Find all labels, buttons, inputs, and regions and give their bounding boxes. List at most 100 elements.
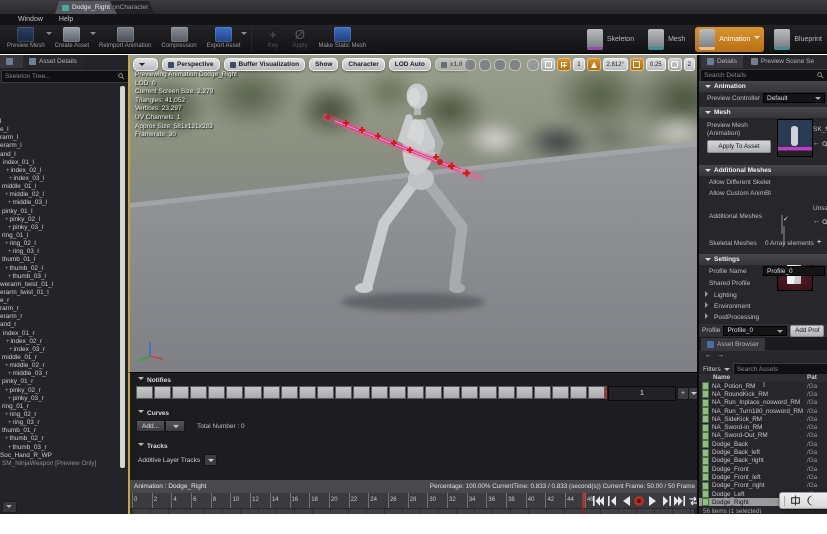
forward-icon[interactable]: → — [717, 352, 724, 359]
skeleton-tree-scrollbar[interactable] — [120, 86, 125, 468]
filters-button[interactable]: Filters — [703, 366, 721, 373]
rotation-snap-icon[interactable] — [586, 58, 601, 71]
add-curve-dropdown[interactable] — [164, 420, 185, 432]
notify-track-segment[interactable] — [569, 386, 587, 399]
tab-asset-details[interactable]: Asset Details — [23, 55, 83, 68]
skip-to-start-button[interactable] — [593, 495, 605, 507]
asset-row[interactable]: NA_RoundKick_RM /Ga — [699, 390, 827, 399]
asset-row[interactable]: Dodge_Back_left /Ga — [699, 448, 827, 457]
notify-track-segment[interactable] — [443, 386, 461, 399]
notify-track-segment[interactable] — [497, 386, 515, 399]
camera-speed-value[interactable]: 2 — [683, 58, 695, 71]
chinese-input-icon[interactable] — [790, 495, 801, 506]
asset-row[interactable]: Dodge_Back_right /Ga — [699, 456, 827, 465]
add-curve-button[interactable]: Add... — [136, 420, 165, 432]
step-forward-button[interactable] — [661, 495, 672, 507]
skeleton-bone-row[interactable]: + erarm_l — [0, 142, 119, 150]
skeleton-bone-row[interactable]: + index_01_l — [0, 159, 119, 167]
editor-mode-button[interactable]: Skeleton — [583, 27, 638, 52]
browse-to-asset-icon[interactable] — [822, 141, 827, 148]
apply-to-asset-button[interactable]: Apply To Asset — [707, 140, 771, 153]
grid-snap-value[interactable]: 1 — [573, 58, 585, 71]
rotation-snap-value[interactable]: 2.812° — [602, 58, 628, 71]
editor-mode-button[interactable]: Animation — [695, 26, 765, 52]
notify-track-segment[interactable] — [551, 386, 569, 399]
skeleton-bone-row[interactable]: + and_l — [0, 151, 119, 159]
use-selected-icon[interactable]: ← — [813, 218, 820, 225]
postprocessing-section-row[interactable]: PostProcessing — [705, 313, 759, 321]
tab-asset-browser[interactable]: Asset Browser — [701, 338, 765, 351]
skeleton-bone-row[interactable]: + pinky_02_r — [0, 387, 119, 395]
notify-track-segment[interactable] — [389, 386, 407, 399]
transform-tool-icon[interactable] — [509, 58, 522, 71]
notify-track-segment[interactable] — [352, 386, 371, 399]
skeleton-bone-row[interactable]: + pinky_02_l — [0, 216, 119, 224]
skeleton-bone-row[interactable]: + SM_NinjaWeapon [Preview Only] — [0, 460, 119, 468]
notifies-section-header[interactable]: Notifies — [138, 376, 171, 384]
skeleton-bone-row[interactable]: + index_02_r — [0, 338, 119, 346]
skeleton-bone-row[interactable]: + thumb_02_r — [0, 435, 119, 443]
asset-row[interactable]: Dodge_Front_right /Ga — [699, 481, 827, 490]
skeleton-bone-row[interactable]: + pinky_01_l — [0, 208, 119, 216]
toolbar-button[interactable]: + Key — [251, 25, 286, 53]
asset-row[interactable]: NA_Sword-Out_RM /Ga — [699, 431, 827, 440]
additional-meshes-section-header[interactable]: Additional Meshes — [699, 165, 827, 176]
tracks-section-header[interactable]: Tracks — [138, 442, 168, 450]
notify-track-segment[interactable] — [190, 386, 208, 399]
settings-section-header[interactable]: Settings — [699, 254, 827, 265]
asset-row[interactable]: Dodge_Front /Ga — [699, 465, 827, 474]
notify-track-segment[interactable] — [461, 386, 479, 399]
editor-mode-button[interactable]: Mesh — [644, 27, 689, 52]
skeleton-bone-row[interactable]: + pinky_01_r — [0, 378, 119, 387]
surface-snap-icon[interactable] — [541, 58, 556, 71]
menu-item[interactable]: Help — [59, 16, 73, 23]
toolbar-button[interactable]: Export Asset — [202, 25, 248, 53]
notify-track-segment[interactable] — [479, 386, 497, 399]
skeleton-bone-row[interactable]: + thumb_01_l — [0, 256, 119, 264]
skeleton-tree-search-input[interactable]: Skeleton Tree... — [1, 70, 129, 83]
skeleton-bone-row[interactable]: + middle_03_l — [0, 199, 119, 207]
column-header-path[interactable]: Pat — [807, 374, 827, 382]
skeleton-bone-row[interactable]: + middle_01_l — [0, 183, 119, 191]
notify-track-segment[interactable] — [262, 386, 280, 399]
browse-to-asset-icon[interactable] — [822, 219, 827, 226]
skeleton-bone-row[interactable]: + e_l — [0, 126, 119, 134]
asset-row[interactable]: Dodge_Back /Ga — [699, 440, 827, 449]
notifies-track[interactable] — [136, 386, 606, 399]
additive-tracks-dropdown[interactable] — [204, 454, 218, 466]
skeleton-bone-row[interactable]: + pinky_03_r — [0, 395, 119, 403]
asset-row[interactable]: NA_Run_Inplace_nosword_RM /Ga — [699, 398, 827, 407]
notify-track-segment[interactable] — [226, 386, 244, 399]
asset-row[interactable]: NA_SideKick_RM /Ga — [699, 415, 827, 424]
skeleton-bone-row[interactable]: + rarm_l — [0, 134, 119, 142]
skeleton-bone-row[interactable]: + index_01_r — [0, 330, 119, 338]
mesh-section-header[interactable]: Mesh — [699, 107, 827, 118]
notify-track-segment[interactable] — [587, 386, 606, 399]
skeleton-bone-row[interactable]: + ring_03_l — [0, 248, 119, 256]
use-selected-icon[interactable]: ← — [813, 140, 820, 147]
skeleton-bone-row[interactable]: + werarm_twist_01_l — [0, 281, 119, 289]
notify-track-segment[interactable] — [533, 386, 551, 399]
skeleton-bone-row[interactable]: + thumb_03_r — [0, 444, 119, 452]
skeleton-bone-row[interactable]: + ring_01_l — [0, 232, 119, 240]
notify-track-segment[interactable] — [316, 386, 334, 399]
viewport-toolbar-button[interactable]: Perspective — [162, 58, 220, 71]
window-tab[interactable]: Dodge_Right — [55, 1, 117, 14]
lighting-section-row[interactable]: Lighting — [705, 291, 737, 299]
step-back-button[interactable] — [606, 495, 617, 507]
notify-track-segment[interactable] — [280, 386, 298, 399]
skeleton-bone-row[interactable]: + thumb_02_l — [0, 265, 119, 273]
asset-row[interactable]: NA_Sword-in_RM /Ga — [699, 423, 827, 432]
record-button[interactable] — [633, 495, 645, 507]
skeleton-bone-row[interactable]: + middle_01_r — [0, 354, 119, 362]
skeleton-bone-row[interactable]: + index_03_l — [0, 175, 119, 183]
details-panel-tab[interactable]: Details — [701, 55, 743, 68]
skeleton-bone-row[interactable]: + ring_02_l — [0, 240, 119, 248]
timeline-scrubber[interactable] — [582, 492, 585, 508]
transform-tool-icon[interactable] — [479, 58, 492, 71]
skeleton-bone-row[interactable]: + e_r — [0, 297, 119, 305]
skeleton-bone-row[interactable]: + middle_03_r — [0, 370, 119, 378]
grid-snap-icon[interactable] — [557, 58, 572, 71]
tree-filter-dropdown[interactable] — [2, 501, 17, 513]
skeleton-bone-row[interactable]: + middle_02_r — [0, 362, 119, 370]
